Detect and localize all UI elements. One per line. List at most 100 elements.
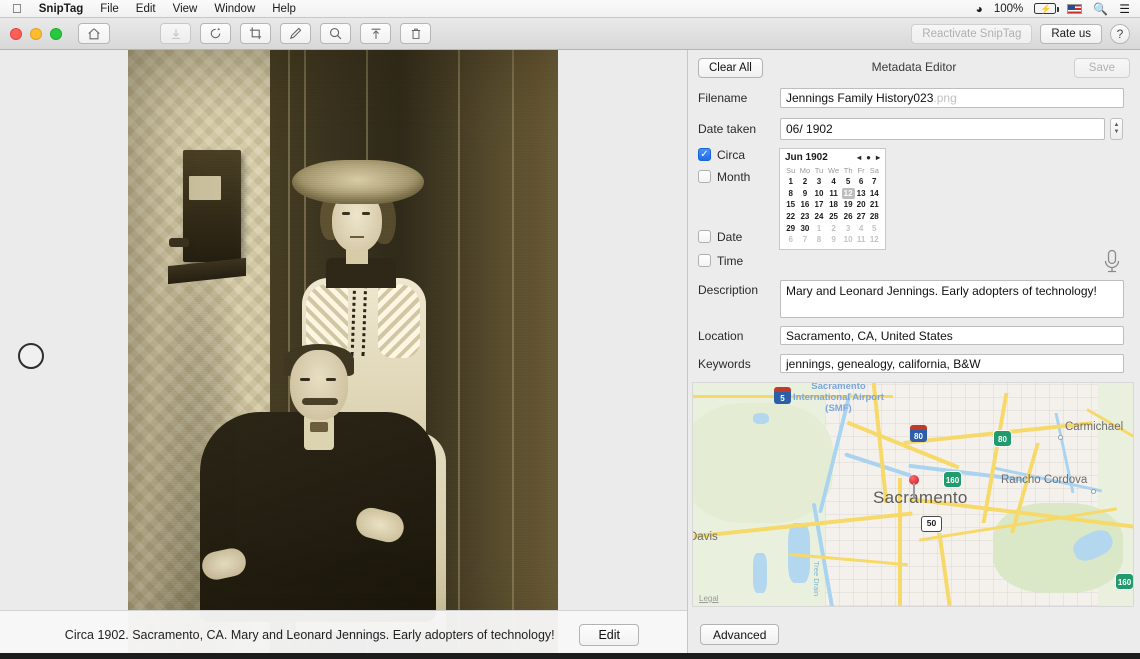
calendar-day[interactable]: 16	[797, 199, 812, 211]
calendar-day[interactable]: 3	[813, 176, 826, 188]
calendar-day[interactable]: 8	[813, 234, 826, 246]
minimize-button[interactable]	[30, 28, 42, 40]
month-checkbox-row[interactable]: Month	[698, 170, 750, 184]
date-checkbox[interactable]	[698, 230, 711, 243]
calendar-day[interactable]: 27	[855, 211, 868, 223]
apple-logo-icon[interactable]: 	[12, 2, 22, 15]
notification-center-icon[interactable]: ☰	[1119, 2, 1130, 16]
toolbar-right-actions: Reactivate SnipTag Rate us ?	[911, 24, 1130, 44]
calendar-weekday: Sa	[868, 165, 881, 176]
calendar-day[interactable]: 6	[784, 234, 797, 246]
calendar-weekday: We	[825, 165, 841, 176]
calendar-day[interactable]: 22	[784, 211, 797, 223]
calendar-day[interactable]: 9	[825, 234, 841, 246]
rotate-icon[interactable]	[200, 23, 231, 44]
calendar-day[interactable]: 24	[813, 211, 826, 223]
calendar-day[interactable]: 14	[868, 188, 881, 200]
description-input[interactable]: Mary and Leonard Jennings. Early adopter…	[780, 280, 1124, 318]
calendar-day[interactable]: 29	[784, 222, 797, 234]
menu-item-help[interactable]: Help	[272, 3, 296, 15]
filename-input[interactable]: Jennings Family History023.png	[780, 88, 1124, 108]
us-flag-icon[interactable]	[1067, 4, 1082, 14]
dictation-microphone-button[interactable]	[1102, 249, 1122, 275]
maximize-button[interactable]	[50, 28, 62, 40]
calendar-day[interactable]: 18	[825, 199, 841, 211]
date-picker-calendar[interactable]: Jun 1902 ◂ ● ▸ SuMoTuWeThFrSa 1234567891…	[779, 148, 886, 250]
calendar-day[interactable]: 10	[813, 188, 826, 200]
calendar-day[interactable]: 7	[797, 234, 812, 246]
calendar-day[interactable]: 11	[855, 234, 868, 246]
rate-us-button[interactable]: Rate us	[1040, 24, 1102, 44]
calendar-day[interactable]: 13	[855, 188, 868, 200]
calendar-prev-icon[interactable]: ◂	[857, 153, 861, 162]
menu-item-edit[interactable]: Edit	[136, 3, 156, 15]
calendar-day[interactable]: 2	[797, 176, 812, 188]
calendar-day[interactable]: 3	[842, 222, 855, 234]
date-checkbox-row[interactable]: Date	[698, 230, 742, 244]
time-checkbox[interactable]	[698, 254, 711, 267]
edit-caption-button[interactable]: Edit	[579, 624, 639, 646]
calendar-day[interactable]: 30	[797, 222, 812, 234]
description-row: Description Mary and Leonard Jennings. E…	[698, 280, 1128, 318]
spotlight-search-icon[interactable]: 🔍	[1093, 2, 1108, 16]
calendar-day[interactable]: 11	[825, 188, 841, 200]
location-map[interactable]: Sacramento International Airport (SMF) S…	[692, 382, 1134, 607]
menu-item-sniptag[interactable]: SnipTag	[39, 3, 84, 15]
calendar-day[interactable]: 25	[825, 211, 841, 223]
previous-image-button[interactable]: chevron-left-icon	[18, 343, 44, 369]
wifi-icon[interactable]: ◕	[976, 2, 983, 16]
menu-item-view[interactable]: View	[173, 3, 198, 15]
circa-checkbox[interactable]: ✓	[698, 148, 711, 161]
calendar-next-icon[interactable]: ▸	[876, 153, 880, 162]
trash-icon[interactable]	[400, 23, 431, 44]
download-icon[interactable]	[160, 23, 191, 44]
calendar-day[interactable]: 6	[855, 176, 868, 188]
date-stepper[interactable]: ▲▼	[1110, 118, 1123, 140]
advanced-button[interactable]: Advanced	[700, 624, 779, 645]
menu-item-window[interactable]: Window	[214, 3, 255, 15]
map-pin-icon[interactable]	[909, 475, 919, 485]
calendar-day[interactable]: 9	[797, 188, 812, 200]
battery-charging-icon[interactable]: ⚡	[1034, 3, 1056, 14]
calendar-day[interactable]: 20	[855, 199, 868, 211]
help-button[interactable]: ?	[1110, 24, 1130, 44]
close-button[interactable]	[10, 28, 22, 40]
save-button[interactable]: Save	[1074, 58, 1130, 78]
pencil-icon[interactable]	[280, 23, 311, 44]
calendar-day[interactable]: 23	[797, 211, 812, 223]
time-checkbox-row[interactable]: Time	[698, 254, 743, 268]
calendar-day[interactable]: 28	[868, 211, 881, 223]
photograph[interactable]	[128, 50, 558, 659]
calendar-day[interactable]: 12	[868, 234, 881, 246]
month-checkbox[interactable]	[698, 170, 711, 183]
export-icon[interactable]	[360, 23, 391, 44]
calendar-day[interactable]: 19	[842, 199, 855, 211]
calendar-day[interactable]: 1	[813, 222, 826, 234]
calendar-day[interactable]: 1	[784, 176, 797, 188]
calendar-day[interactable]: 8	[784, 188, 797, 200]
calendar-day[interactable]: 4	[855, 222, 868, 234]
location-input[interactable]: Sacramento, CA, United States	[780, 326, 1124, 345]
calendar-today-icon[interactable]: ●	[866, 153, 871, 162]
date-taken-input[interactable]: 06/ 1902	[780, 118, 1105, 140]
calendar-day[interactable]: 21	[868, 199, 881, 211]
reactivate-sniptag-button[interactable]: Reactivate SnipTag	[911, 24, 1032, 44]
calendar-day[interactable]: 5	[868, 222, 881, 234]
calendar-day[interactable]: 2	[825, 222, 841, 234]
calendar-day[interactable]: 10	[842, 234, 855, 246]
magnify-icon[interactable]	[320, 23, 351, 44]
edit-tool-group	[160, 23, 431, 44]
crop-icon[interactable]	[240, 23, 271, 44]
home-button[interactable]	[78, 23, 110, 44]
calendar-day[interactable]: 17	[813, 199, 826, 211]
circa-checkbox-row[interactable]: ✓ Circa	[698, 148, 745, 162]
calendar-day[interactable]: 4	[825, 176, 841, 188]
calendar-day[interactable]: 5	[842, 176, 855, 188]
calendar-day[interactable]: 26	[842, 211, 855, 223]
calendar-day[interactable]: 15	[784, 199, 797, 211]
keywords-input[interactable]: jennings, genealogy, california, B&W	[780, 354, 1124, 373]
menu-item-file[interactable]: File	[100, 3, 119, 15]
calendar-day[interactable]: 7	[868, 176, 881, 188]
map-legal-link[interactable]: Legal	[699, 594, 719, 603]
calendar-day-selected[interactable]: 12	[842, 188, 855, 200]
